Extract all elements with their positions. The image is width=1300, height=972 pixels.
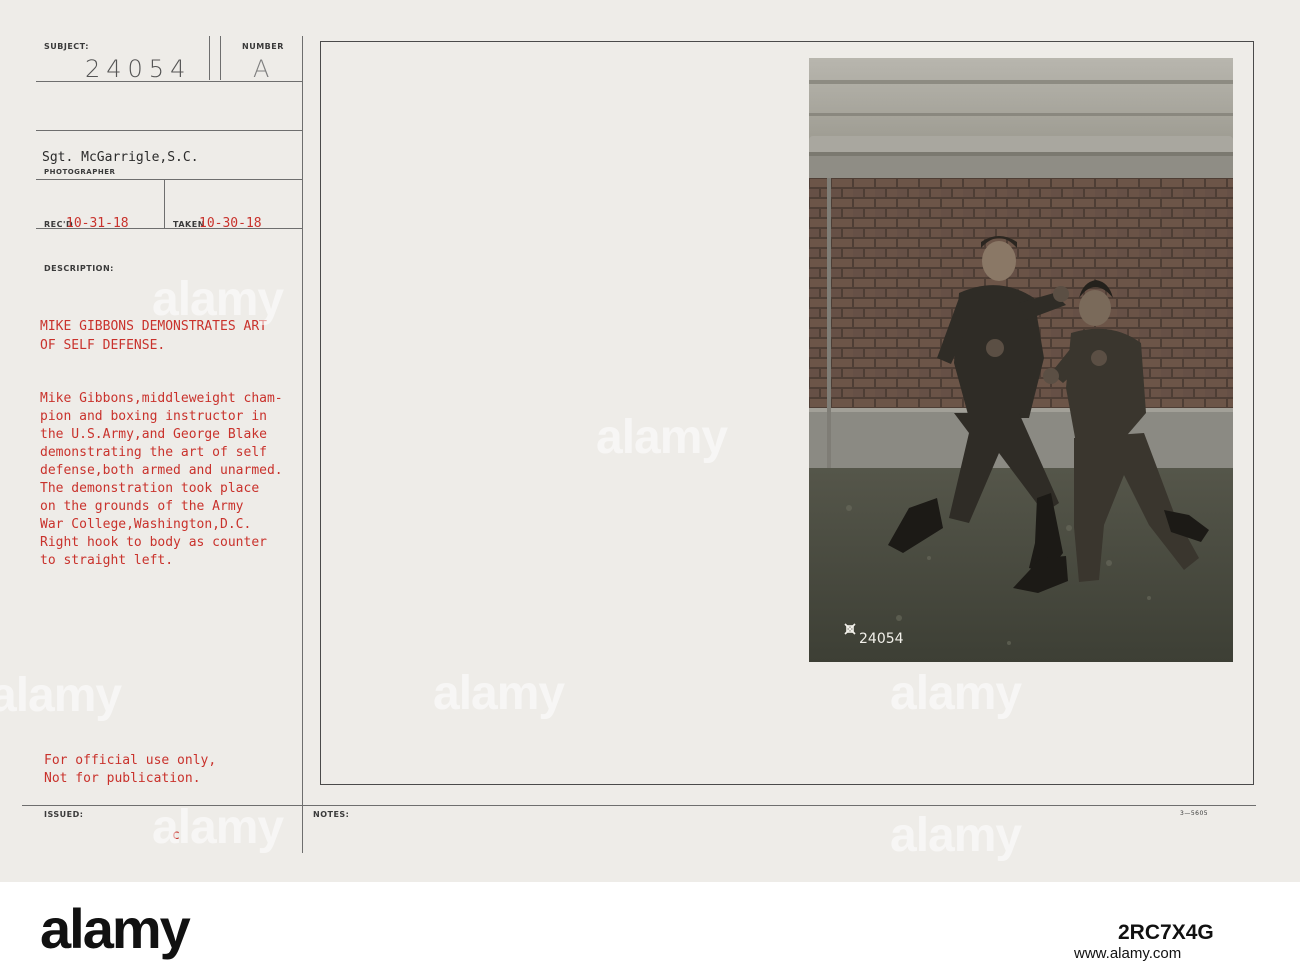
column-divider	[302, 36, 303, 853]
watermark: alamy	[152, 273, 284, 326]
caption-line: pion and boxing instructor in	[40, 409, 267, 424]
caption-line: The demonstration took place	[40, 481, 260, 496]
subject-divider	[209, 36, 210, 80]
archive-card: SUBJECT: 24054 NUMBER A Sgt. McGarrigle,…	[0, 0, 1300, 882]
watermark: alamy	[152, 801, 284, 854]
number-letter: A	[253, 55, 276, 83]
negative-number: 24054	[859, 631, 904, 647]
caption-line: War College,Washington,D.C.	[40, 517, 252, 532]
negative-flag-mark	[844, 623, 856, 635]
watermark: alamy	[596, 411, 728, 464]
caption-line: Right hook to body as counter	[40, 535, 267, 550]
description-label: DESCRIPTION:	[44, 264, 114, 273]
issued-label: ISSUED:	[44, 810, 84, 819]
photographer-name: Sgt. McGarrigle,S.C.	[42, 150, 199, 165]
number-divider	[220, 36, 221, 80]
boxing-photo: 24054	[809, 58, 1233, 662]
caption-line: demonstrating the art of self	[40, 445, 267, 460]
watermark: alamy	[890, 809, 1022, 862]
image-id: 2RC7X4G	[1118, 921, 1214, 944]
watermark: alamy	[890, 667, 1022, 720]
date-rule	[36, 228, 303, 229]
caption-line: the U.S.Army,and George Blake	[40, 427, 267, 442]
watermark: alamy	[0, 669, 122, 722]
caption-line: defense,both armed and unarmed.	[40, 463, 283, 478]
form-code: 3—5605	[1180, 810, 1209, 817]
number-label: NUMBER	[242, 42, 284, 51]
photographer-label: PHOTOGRAPHER	[44, 168, 116, 176]
caption-title-line-2: OF SELF DEFENSE.	[40, 338, 166, 353]
subject-label: SUBJECT:	[44, 42, 89, 51]
taken-date: 10-30-18	[199, 216, 262, 231]
official-use-line-1: For official use only,	[44, 753, 217, 768]
caption-line: Mike Gibbons,middleweight cham-	[40, 391, 283, 406]
photographer-top-rule	[36, 130, 303, 131]
stock-logo[interactable]: alamy	[40, 896, 191, 961]
caption-line: to straight left.	[40, 553, 174, 568]
boxing-photo-illustration: 24054	[809, 58, 1233, 662]
date-divider	[164, 180, 165, 228]
recd-date: 10-31-18	[66, 216, 129, 231]
official-use-line-2: Not for publication.	[44, 771, 201, 786]
notes-label: NOTES:	[313, 810, 350, 819]
header-rule	[36, 81, 303, 82]
photographer-rule	[36, 179, 303, 180]
caption-line: on the grounds of the Army	[40, 499, 244, 514]
stock-url[interactable]: www.alamy.com	[1074, 945, 1181, 962]
subject-number: 24054	[85, 55, 192, 83]
watermark: alamy	[433, 667, 565, 720]
